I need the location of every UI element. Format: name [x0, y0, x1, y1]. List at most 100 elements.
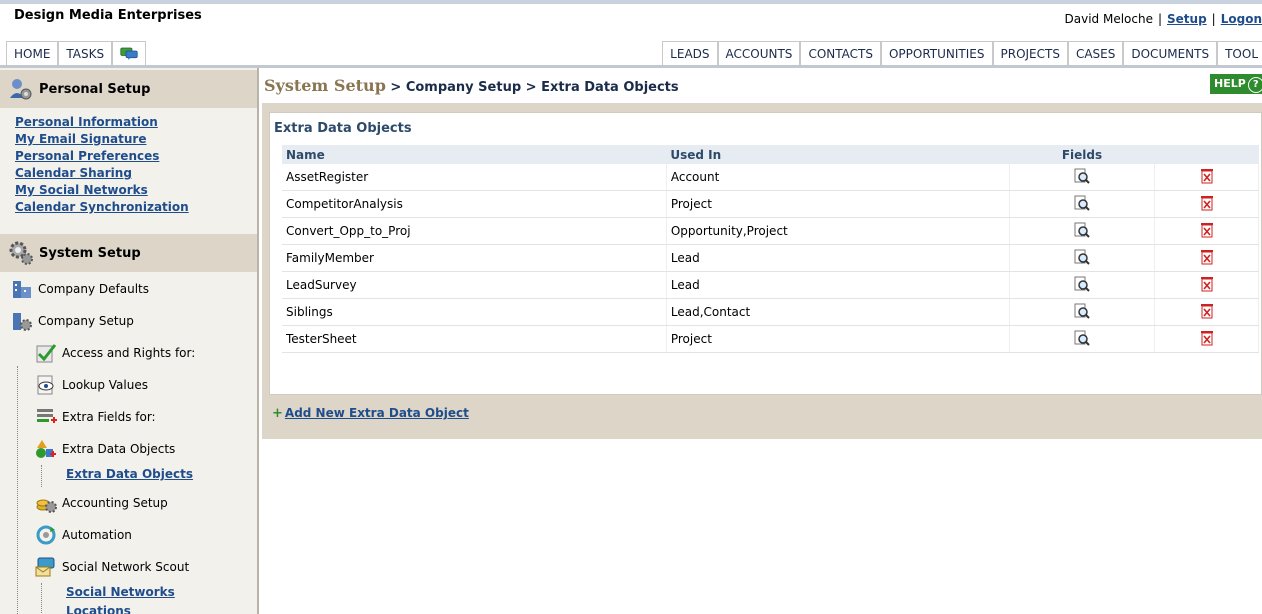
cell-used-in: Lead — [666, 244, 1010, 272]
cell-name: LeadSurvey — [282, 271, 667, 299]
delete-icon[interactable] — [1154, 217, 1259, 245]
cell-used-in: Lead — [666, 271, 1010, 299]
add-new-extra-data-object-link[interactable]: Add New Extra Data Object — [285, 406, 469, 420]
setup-link[interactable]: Setup — [1167, 12, 1207, 26]
objects-table: Name Used In Fields AssetRegister Account… — [282, 145, 1259, 353]
chat-envelope-icon — [34, 555, 58, 579]
separator: | — [1211, 12, 1216, 26]
column-header-delete — [1154, 145, 1259, 164]
automation-cycle-icon — [34, 523, 58, 547]
tab-tools[interactable]: TOOL — [1217, 41, 1262, 65]
cell-name: CompetitorAnalysis — [282, 190, 667, 218]
chat-icon[interactable] — [112, 41, 147, 65]
cell-used-in: Lead,Contact — [666, 298, 1010, 326]
sidebar-item-social-network-scout[interactable]: Social Network Scout — [0, 551, 257, 583]
sidebar-item-company-setup[interactable]: Company Setup — [0, 305, 257, 337]
sidebar-item-extra-data-objects[interactable]: Extra Data Objects — [0, 433, 257, 465]
user-bar: David Meloche | Setup | Logon — [1065, 12, 1262, 26]
sub-link-extra-data-objects[interactable]: Extra Data Objects — [66, 465, 257, 484]
delete-icon[interactable] — [1154, 244, 1259, 272]
view-fields-icon[interactable] — [1009, 325, 1156, 353]
coins-gear-icon — [34, 491, 58, 515]
tab-documents[interactable]: DOCUMENTS — [1123, 41, 1218, 65]
objects-add-icon — [34, 437, 58, 461]
table-row: AssetRegister Account — [282, 164, 1259, 191]
breadcrumb-root[interactable]: System Setup — [264, 76, 386, 95]
sidebar-item-label: Company Defaults — [38, 282, 149, 296]
checkmark-icon — [34, 341, 58, 365]
cell-used-in: Opportunity,Project — [666, 217, 1010, 245]
view-fields-icon[interactable] — [1009, 298, 1156, 326]
link-social-networks[interactable]: My Social Networks — [15, 182, 257, 199]
sidebar-item-accounting-setup[interactable]: Accounting Setup — [0, 487, 257, 519]
tab-tasks[interactable]: TASKS — [58, 41, 113, 65]
cell-name: Siblings — [282, 298, 667, 326]
tab-leads[interactable]: LEADS — [662, 41, 718, 65]
tab-contacts[interactable]: CONTACTS — [800, 41, 881, 65]
sidebar-item-company-defaults[interactable]: Company Defaults — [0, 273, 257, 305]
building-icon — [10, 277, 34, 301]
breadcrumb-path: > Company Setup > Extra Data Objects — [385, 80, 679, 95]
help-label: HELP — [1214, 77, 1246, 90]
nav-right: LEADS ACCOUNTS CONTACTS OPPORTUNITIES PR… — [662, 41, 1262, 65]
sidebar-item-label: Accounting Setup — [62, 496, 168, 510]
personal-gear-icon — [8, 76, 34, 102]
fields-add-icon — [34, 405, 58, 429]
tab-opportunities[interactable]: OPPORTUNITIES — [880, 41, 993, 65]
eye-document-icon — [34, 373, 58, 397]
view-fields-icon[interactable] — [1009, 190, 1156, 218]
nav-left: HOME TASKS — [6, 41, 147, 65]
separator: | — [1157, 12, 1163, 26]
logout-link[interactable]: Logon — [1221, 12, 1262, 26]
view-fields-icon[interactable] — [1009, 271, 1156, 299]
tree-line — [41, 583, 42, 614]
link-calendar-sharing[interactable]: Calendar Sharing — [15, 165, 257, 182]
sidebar-item-label: Automation — [62, 528, 132, 542]
delete-icon[interactable] — [1154, 325, 1259, 353]
sidebar-item-access-rights[interactable]: Access and Rights for: — [0, 337, 257, 369]
table-body: AssetRegister Account CompetitorAnalysis Pr… — [282, 164, 1259, 353]
sub-link-locations[interactable]: Locations — [66, 602, 257, 614]
view-fields-icon[interactable] — [1009, 244, 1156, 272]
sidebar: Personal Setup Personal Information My E… — [0, 68, 259, 614]
sidebar-item-label: Extra Data Objects — [62, 442, 176, 456]
column-header-name: Name — [282, 145, 667, 164]
link-email-signature[interactable]: My Email Signature — [15, 131, 257, 148]
tab-projects[interactable]: PROJECTS — [992, 41, 1068, 65]
delete-icon[interactable] — [1154, 271, 1259, 299]
help-button[interactable]: HELP? — [1210, 74, 1262, 94]
cell-used-in: Account — [666, 164, 1010, 191]
sidebar-item-automation[interactable]: Automation — [0, 519, 257, 551]
sidebar-item-lookup-values[interactable]: Lookup Values — [0, 369, 257, 401]
table-row: CompetitorAnalysis Project — [282, 190, 1259, 218]
sub-link-social-networks[interactable]: Social Networks — [66, 583, 257, 602]
tab-cases[interactable]: CASES — [1067, 41, 1124, 65]
delete-icon[interactable] — [1154, 190, 1259, 218]
breadcrumb: System Setup > Company Setup > Extra Dat… — [264, 76, 679, 95]
table-row: Convert_Opp_to_Proj Opportunity,Project — [282, 217, 1259, 245]
link-personal-information[interactable]: Personal Information — [15, 114, 257, 131]
tab-accounts[interactable]: ACCOUNTS — [717, 41, 801, 65]
top-border — [0, 0, 1262, 4]
table-header-row: Name Used In Fields — [282, 145, 1259, 164]
cell-name: FamilyMember — [282, 244, 667, 272]
delete-icon[interactable] — [1154, 298, 1259, 326]
company-name: Design Media Enterprises — [14, 8, 202, 23]
sub-item-container: Extra Data Objects — [0, 465, 257, 487]
cell-used-in: Project — [666, 190, 1010, 218]
tab-home[interactable]: HOME — [6, 41, 59, 65]
view-fields-icon[interactable] — [1009, 217, 1156, 245]
sidebar-item-extra-fields[interactable]: Extra Fields for: — [0, 401, 257, 433]
user-name: David Meloche — [1064, 12, 1153, 26]
column-header-used-in: Used In — [666, 145, 1010, 164]
view-fields-icon[interactable] — [1009, 164, 1156, 191]
link-personal-preferences[interactable]: Personal Preferences — [15, 148, 257, 165]
sidebar-item-label: Access and Rights for: — [62, 346, 196, 360]
cell-used-in: Project — [666, 325, 1010, 353]
sidebar-item-label: Extra Fields for: — [62, 410, 156, 424]
delete-icon[interactable] — [1154, 164, 1259, 191]
link-calendar-sync[interactable]: Calendar Synchronization — [15, 199, 257, 216]
table-row: LeadSurvey Lead — [282, 271, 1259, 299]
cell-name: AssetRegister — [282, 164, 667, 191]
sidebar-item-label: Social Network Scout — [62, 560, 190, 574]
